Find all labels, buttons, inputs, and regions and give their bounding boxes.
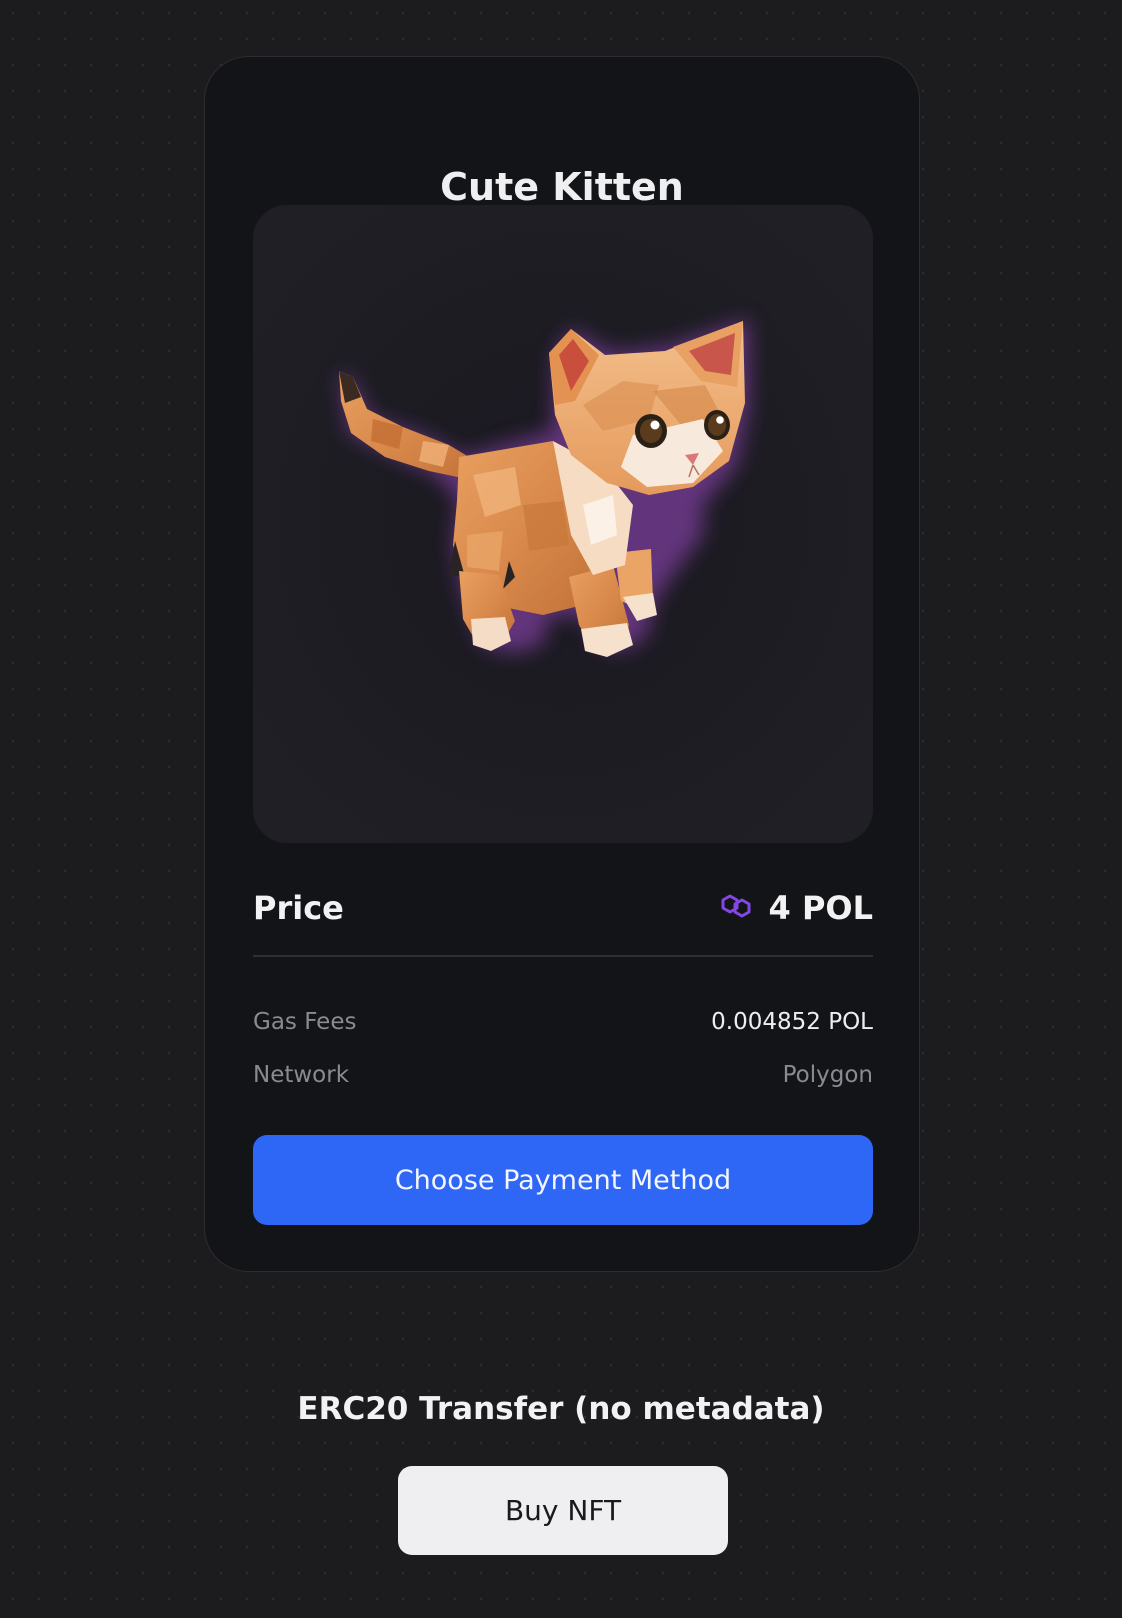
nft-image (253, 205, 873, 843)
price-value: 4 POL (768, 889, 873, 927)
gas-fees-label: Gas Fees (253, 1009, 357, 1035)
nft-checkout-card: Cute Kitten Price 4 POL Gas Fees 0.00485… (204, 56, 920, 1272)
network-row: Network Polygon (253, 1058, 873, 1092)
price-value-group: 4 POL (719, 883, 873, 933)
section-title: ERC20 Transfer (no metadata) (297, 1391, 825, 1427)
gas-fees-value: 0.004852 POL (711, 1009, 873, 1035)
choose-payment-method-button[interactable]: Choose Payment Method (253, 1135, 873, 1225)
gas-fees-row: Gas Fees 0.004852 POL (253, 1005, 873, 1039)
network-label: Network (253, 1062, 350, 1088)
polygon-icon (719, 892, 753, 924)
network-value: Polygon (782, 1062, 873, 1088)
buy-nft-button[interactable]: Buy NFT (398, 1466, 728, 1555)
price-row: Price 4 POL (253, 883, 873, 933)
divider (253, 955, 873, 957)
price-label: Price (253, 889, 344, 927)
